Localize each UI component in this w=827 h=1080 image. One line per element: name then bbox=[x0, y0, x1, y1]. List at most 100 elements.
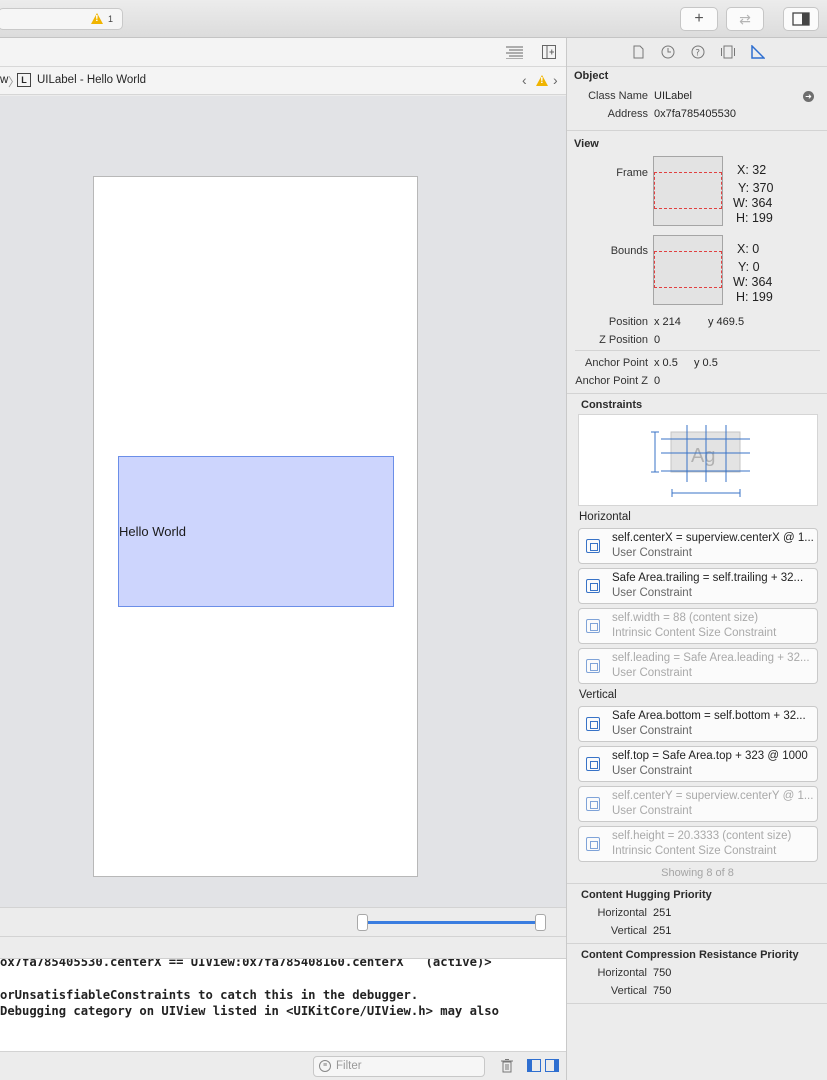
constraint-item[interactable]: self.width = 88 (content size) Intrinsic… bbox=[578, 608, 818, 644]
position-label: Position bbox=[608, 316, 648, 328]
chevron-left-icon[interactable]: ‹ bbox=[522, 72, 527, 88]
z-position-label: Z Position bbox=[599, 334, 648, 346]
constraints-count: Showing 8 of 8 bbox=[661, 867, 734, 879]
arrow-right-circle-icon[interactable]: ➜ bbox=[803, 91, 814, 102]
compression-vertical-value: 750 bbox=[653, 985, 672, 997]
constraint-item[interactable]: Safe Area.trailing = self.trailing + 32.… bbox=[578, 568, 818, 604]
constraint-type: User Constraint bbox=[612, 805, 692, 817]
constraint-type: User Constraint bbox=[612, 765, 692, 777]
bounds-rect bbox=[654, 251, 722, 288]
frame-y: Y: 370 bbox=[738, 181, 774, 195]
jump-bar: w 〉 L UILabel - Hello World ‹ › bbox=[0, 67, 566, 95]
horizontal-constraints-title: Horizontal bbox=[579, 511, 631, 523]
console-output[interactable]: ox7fa785405530.centerX == UIView:0x7fa78… bbox=[0, 959, 566, 1051]
class-name-label: Class Name bbox=[588, 90, 648, 102]
warning-icon bbox=[91, 13, 103, 24]
separator bbox=[567, 943, 827, 944]
console-footer: ≡ Filter bbox=[0, 1051, 566, 1080]
jumpbar-item-title[interactable]: UILabel - Hello World bbox=[37, 74, 146, 86]
console-line: ox7fa785405530.centerX == UIView:0x7fa78… bbox=[0, 959, 492, 969]
bounds-w: W: 364 bbox=[733, 275, 773, 289]
history-inspector-icon[interactable] bbox=[661, 45, 675, 59]
constraint-item[interactable]: self.centerX = superview.centerX @ 1... … bbox=[578, 528, 818, 564]
split-left-icon[interactable] bbox=[527, 1059, 541, 1072]
activity-viewer[interactable]: 1 bbox=[0, 8, 123, 30]
bounds-h: H: 199 bbox=[736, 290, 773, 304]
constraints-section-title: Constraints bbox=[581, 399, 643, 411]
constraints-preview: Ag bbox=[578, 414, 818, 506]
constraint-item[interactable]: self.leading = Safe Area.leading + 32...… bbox=[578, 648, 818, 684]
frame-diagram bbox=[653, 156, 723, 226]
selected-label-view[interactable]: Hello World bbox=[118, 456, 394, 607]
anchor-point-z-label: Anchor Point Z bbox=[575, 375, 648, 387]
leading-constraint-icon bbox=[586, 659, 600, 673]
bounds-y: Y: 0 bbox=[738, 260, 760, 274]
issue-warning-icon[interactable] bbox=[536, 75, 548, 86]
add-button[interactable]: + bbox=[680, 7, 718, 31]
frame-w: W: 364 bbox=[733, 196, 773, 210]
compression-resistance-title: Content Compression Resistance Priority bbox=[581, 949, 799, 961]
window-toolbar: 1 + ⇄ bbox=[0, 0, 827, 38]
position-x-value: x 214 bbox=[654, 316, 681, 328]
trash-icon[interactable] bbox=[501, 1059, 513, 1073]
file-inspector-icon[interactable] bbox=[633, 45, 644, 59]
separator bbox=[567, 1003, 827, 1004]
constraint-item[interactable]: self.height = 20.3333 (content size) Int… bbox=[578, 826, 818, 862]
object-section-title: Object bbox=[574, 70, 609, 82]
label-type-icon: L bbox=[17, 73, 31, 87]
debug-bar bbox=[0, 937, 566, 959]
bounds-x: X: 0 bbox=[737, 242, 760, 256]
range-slider-min-handle[interactable] bbox=[357, 914, 368, 931]
inspector-toggle-button[interactable] bbox=[783, 7, 819, 31]
center-x-constraint-icon bbox=[586, 539, 600, 553]
svg-text:?: ? bbox=[695, 49, 700, 59]
device-screen[interactable]: Hello World bbox=[93, 176, 418, 877]
console-filter-field[interactable]: ≡ Filter bbox=[313, 1056, 485, 1077]
constraint-type: Intrinsic Content Size Constraint bbox=[612, 845, 777, 857]
separator bbox=[567, 393, 827, 394]
constraint-expression: self.top = Safe Area.top + 323 @ 1000 bbox=[612, 750, 808, 762]
range-slider-max-handle[interactable] bbox=[535, 914, 546, 931]
hello-world-label: Hello World bbox=[119, 524, 186, 539]
bottom-constraint-icon bbox=[586, 717, 600, 731]
constraint-type: User Constraint bbox=[612, 667, 692, 679]
constraint-expression: self.width = 88 (content size) bbox=[612, 612, 759, 624]
swap-button[interactable]: ⇄ bbox=[726, 7, 764, 31]
constraint-type: Intrinsic Content Size Constraint bbox=[612, 627, 777, 639]
help-inspector-icon[interactable]: ? bbox=[691, 45, 705, 59]
add-editor-icon[interactable] bbox=[542, 45, 556, 59]
address-value: 0x7fa785405530 bbox=[654, 108, 736, 120]
frame-rect bbox=[654, 172, 722, 209]
separator bbox=[575, 350, 820, 351]
size-inspector-icon[interactable] bbox=[751, 45, 765, 59]
plus-icon: + bbox=[694, 10, 704, 27]
content-hugging-title: Content Hugging Priority bbox=[581, 889, 712, 901]
range-slider-bar bbox=[0, 907, 566, 937]
align-text-icon[interactable] bbox=[506, 46, 523, 59]
hugging-vertical-value: 251 bbox=[653, 925, 672, 937]
anchor-point-label: Anchor Point bbox=[585, 357, 648, 369]
constraint-item[interactable]: self.centerY = superview.centerY @ 1... … bbox=[578, 786, 818, 822]
panel-right-icon bbox=[792, 12, 810, 26]
compression-horizontal-label: Horizontal bbox=[597, 967, 647, 979]
constraint-item[interactable]: self.top = Safe Area.top + 323 @ 1000 Us… bbox=[578, 746, 818, 782]
constraint-expression: self.height = 20.3333 (content size) bbox=[612, 830, 792, 842]
frame-label: Frame bbox=[616, 167, 648, 179]
center-y-constraint-icon bbox=[586, 797, 600, 811]
anchor-z-value: 0 bbox=[654, 375, 661, 387]
constraint-expression: self.leading = Safe Area.leading + 32... bbox=[612, 652, 810, 664]
hugging-vertical-label: Vertical bbox=[610, 925, 647, 937]
view-debugger-canvas[interactable]: Hello World bbox=[0, 96, 566, 907]
split-right-icon[interactable] bbox=[545, 1059, 559, 1072]
constraint-expression: self.centerY = superview.centerY @ 1... bbox=[612, 790, 814, 802]
inspector-panel: ? Object Class Name UILabel ➜ Address 0x… bbox=[566, 38, 827, 1080]
constraint-item[interactable]: Safe Area.bottom = self.bottom + 32... U… bbox=[578, 706, 818, 742]
frame-h: H: 199 bbox=[736, 211, 773, 225]
top-constraint-icon bbox=[586, 757, 600, 771]
width-constraint-icon bbox=[586, 619, 600, 633]
vertical-constraints-title: Vertical bbox=[579, 689, 617, 701]
constraint-type: User Constraint bbox=[612, 547, 692, 559]
object-inspector-icon[interactable] bbox=[721, 45, 735, 59]
range-slider-track[interactable] bbox=[363, 921, 540, 924]
chevron-right-nav-icon[interactable]: › bbox=[553, 72, 558, 88]
